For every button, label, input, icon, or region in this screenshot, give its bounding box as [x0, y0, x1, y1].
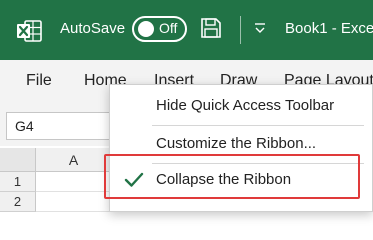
title-bar: AutoSave Off Book1 - Exce — [0, 0, 373, 60]
toggle-knob — [138, 21, 154, 37]
autosave-toggle[interactable]: Off — [132, 16, 187, 42]
name-box[interactable]: G4 — [6, 112, 116, 140]
title-separator — [240, 16, 241, 44]
column-header-a[interactable]: A — [36, 148, 112, 172]
save-icon[interactable] — [200, 17, 222, 39]
row-label: 1 — [13, 174, 22, 189]
cell-a2[interactable] — [36, 192, 112, 212]
document-title: Book1 - Exce — [285, 20, 373, 37]
highlight-box — [104, 154, 360, 199]
menu-item-hide-quick-access-toolbar[interactable]: Hide Quick Access Toolbar — [110, 91, 372, 121]
menu-item-label: Hide Quick Access Toolbar — [156, 97, 335, 114]
name-box-value: G4 — [15, 118, 34, 134]
row-label: 2 — [13, 194, 22, 209]
excel-logo-icon[interactable] — [16, 20, 42, 42]
column-label: A — [68, 152, 79, 168]
select-all-corner[interactable] — [0, 148, 36, 172]
row-header-1[interactable]: 1 — [0, 172, 36, 192]
autosave-state: Off — [159, 20, 178, 36]
menu-item-label: Customize the Ribbon... — [156, 135, 317, 152]
qat-dropdown-icon[interactable] — [253, 21, 267, 35]
menu-separator — [152, 125, 364, 126]
cell-a1[interactable] — [36, 172, 112, 192]
tab-file[interactable]: File — [26, 72, 52, 90]
autosave-label: AutoSave — [60, 20, 126, 37]
row-header-2[interactable]: 2 — [0, 192, 36, 212]
